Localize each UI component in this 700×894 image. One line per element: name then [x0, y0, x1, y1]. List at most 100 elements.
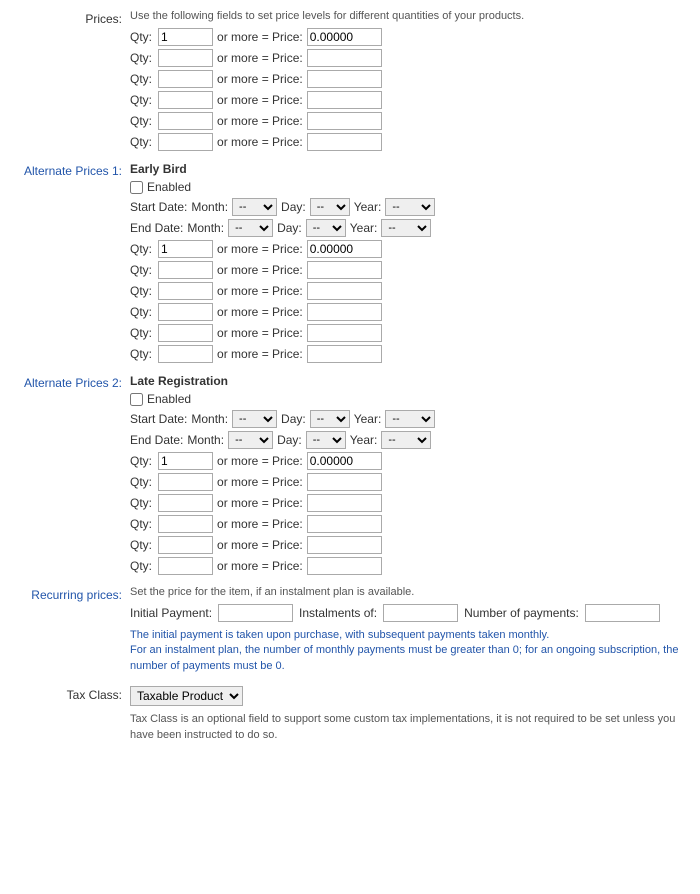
alt-prices-2-start-label: Start Date:	[130, 412, 187, 426]
price-input[interactable]	[307, 282, 382, 300]
tax-class-row: Taxable Product None Shipping	[130, 686, 700, 706]
qty-label: Qty:	[130, 284, 152, 298]
alt-prices-2-start-year-select[interactable]: --	[385, 410, 435, 428]
qty-row: Qty:or more = Price:	[130, 303, 700, 321]
price-input[interactable]	[307, 28, 382, 46]
price-input[interactable]	[307, 473, 382, 491]
price-input[interactable]	[307, 345, 382, 363]
recurring-label: Recurring prices:	[0, 586, 130, 678]
price-input[interactable]	[307, 240, 382, 258]
qty-row: Qty:or more = Price:	[130, 112, 700, 130]
qty-row: Qty:or more = Price:	[130, 452, 700, 470]
alt-prices-2-end-date-row: End Date: Month: -- Day: -- Year: --	[130, 431, 700, 449]
alt-prices-1-end-day-select[interactable]: --	[306, 219, 346, 237]
recurring-notice: The initial payment is taken upon purcha…	[130, 628, 700, 674]
qty-input[interactable]	[158, 452, 213, 470]
qty-input[interactable]	[158, 112, 213, 130]
qty-row: Qty:or more = Price:	[130, 91, 700, 109]
or-more-text: or more = Price:	[217, 135, 303, 149]
price-input[interactable]	[307, 494, 382, 512]
alt-prices-2-end-year-select[interactable]: --	[381, 431, 431, 449]
alt-prices-1-start-month-label: Month:	[191, 200, 228, 214]
or-more-text: or more = Price:	[217, 284, 303, 298]
alt-prices-1-start-day-select[interactable]: --	[310, 198, 350, 216]
tax-class-select[interactable]: Taxable Product None Shipping	[130, 686, 243, 706]
qty-input[interactable]	[158, 473, 213, 491]
qty-row: Qty: or more = Price:	[130, 557, 700, 575]
alt-prices-1-rows: Qty:or more = Price:Qty:or more = Price:…	[130, 240, 700, 363]
price-input[interactable]	[307, 324, 382, 342]
price-input[interactable]	[307, 261, 382, 279]
alt-prices-1-enabled-label: Enabled	[147, 180, 191, 194]
qty-label: Qty:	[130, 135, 152, 149]
or-more-text: or more = Price:	[217, 305, 303, 319]
tax-class-content: Taxable Product None Shipping Tax Class …	[130, 686, 700, 743]
price-input[interactable]	[307, 536, 382, 554]
alt-prices-1-label: Alternate Prices 1:	[0, 162, 130, 366]
qty-input[interactable]	[158, 91, 213, 109]
alt-prices-2-enabled-row: Enabled	[130, 392, 700, 406]
qty-label: Qty:	[130, 30, 152, 44]
qty-label: Qty:	[130, 559, 152, 573]
alt-prices-2-title: Late Registration	[130, 374, 700, 388]
price-input[interactable]	[307, 452, 382, 470]
price-input[interactable]	[307, 557, 382, 575]
alt-prices-1-section: Alternate Prices 1: Early Bird Enabled S…	[0, 162, 700, 366]
qty-input[interactable]	[158, 324, 213, 342]
alt-prices-2-end-day-select[interactable]: --	[306, 431, 346, 449]
qty-input[interactable]	[158, 240, 213, 258]
alt-prices-2-end-month-select[interactable]: --	[228, 431, 273, 449]
or-more-text: or more = Price:	[217, 326, 303, 340]
qty-input[interactable]	[158, 494, 213, 512]
price-input[interactable]	[307, 303, 382, 321]
qty-input[interactable]	[158, 536, 213, 554]
initial-payment-input[interactable]	[218, 604, 293, 622]
initial-payment-label: Initial Payment:	[130, 606, 212, 620]
alt-prices-2-end-month-label: Month:	[187, 433, 224, 447]
price-input[interactable]	[307, 112, 382, 130]
qty-input[interactable]	[158, 133, 213, 151]
alt-prices-1-start-date-row: Start Date: Month: -- Day: -- Year: --	[130, 198, 700, 216]
qty-input[interactable]	[158, 557, 213, 575]
qty-input[interactable]	[158, 28, 213, 46]
num-payments-input[interactable]	[585, 604, 660, 622]
qty-row: Qty: or more = Price:	[130, 282, 700, 300]
recurring-inputs-row: Initial Payment: Instalments of: Number …	[130, 604, 700, 622]
price-input[interactable]	[307, 515, 382, 533]
alt-prices-2-start-day-label: Day:	[281, 412, 306, 426]
alt-prices-1-start-year-select[interactable]: --	[385, 198, 435, 216]
or-more-text: or more = Price:	[217, 114, 303, 128]
or-more-text: or more = Price:	[217, 559, 303, 573]
or-more-text: or more = Price:	[217, 242, 303, 256]
qty-row: Qty:or more = Price:	[130, 70, 700, 88]
price-input[interactable]	[307, 91, 382, 109]
alt-prices-1-end-year-select[interactable]: --	[381, 219, 431, 237]
alt-prices-2-start-day-select[interactable]: --	[310, 410, 350, 428]
instalments-input[interactable]	[383, 604, 458, 622]
qty-input[interactable]	[158, 70, 213, 88]
alt-prices-2-end-year-label: Year:	[350, 433, 378, 447]
prices-info: Use the following fields to set price le…	[130, 10, 700, 22]
qty-input[interactable]	[158, 282, 213, 300]
qty-input[interactable]	[158, 515, 213, 533]
qty-input[interactable]	[158, 261, 213, 279]
qty-input[interactable]	[158, 303, 213, 321]
alt-prices-2-enabled-checkbox[interactable]	[130, 393, 143, 406]
qty-label: Qty:	[130, 51, 152, 65]
price-input[interactable]	[307, 133, 382, 151]
alt-prices-1-title: Early Bird	[130, 162, 700, 176]
alt-prices-2-start-month-select[interactable]: --	[232, 410, 277, 428]
qty-input[interactable]	[158, 49, 213, 67]
alt-prices-2-rows: Qty:or more = Price:Qty:or more = Price:…	[130, 452, 700, 575]
alt-prices-1-content: Early Bird Enabled Start Date: Month: --…	[130, 162, 700, 366]
qty-input[interactable]	[158, 345, 213, 363]
alt-prices-1-end-month-select[interactable]: --	[228, 219, 273, 237]
qty-row: Qty: or more = Price:	[130, 133, 700, 151]
qty-row: Qty:or more = Price:	[130, 261, 700, 279]
alt-prices-1-start-month-select[interactable]: --	[232, 198, 277, 216]
alt-prices-1-enabled-checkbox[interactable]	[130, 181, 143, 194]
prices-rows: Qty: or more = Price: Qty: or more = Price:…	[130, 28, 700, 151]
price-input[interactable]	[307, 70, 382, 88]
price-input[interactable]	[307, 49, 382, 67]
alt-prices-2-start-year-label: Year:	[354, 412, 382, 426]
